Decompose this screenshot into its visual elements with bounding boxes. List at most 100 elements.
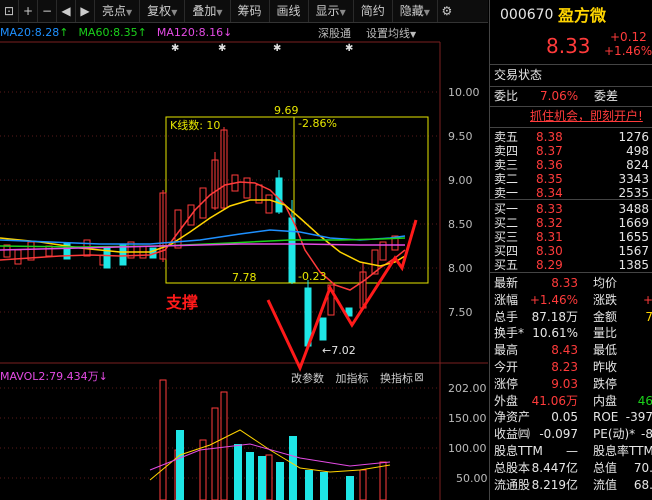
event-marker[interactable]: ✱: [345, 43, 353, 54]
last-price: 8.33: [546, 34, 591, 58]
open-account-link[interactable]: 抓住机会，即刻开户!: [530, 108, 643, 125]
stat-value: 8.447亿: [531, 460, 578, 475]
vol-tick: 100.00: [448, 442, 487, 455]
divider: [490, 106, 652, 107]
low-value: 7.02: [331, 344, 356, 357]
stat-label-2: 跌停: [593, 376, 618, 391]
stat-row: 收益㈣ -0.097 PE(动)* -8: [490, 426, 652, 443]
stat-value: 87.18万: [531, 309, 578, 324]
stat-value: 8.219亿: [531, 477, 578, 492]
stat-label-2: 涨跌: [593, 292, 618, 307]
stat-value: 9.03: [551, 376, 578, 391]
stat-row: 今开 8.23 昨收: [490, 359, 652, 376]
stat-row: 涨停 9.03 跌停: [490, 376, 652, 393]
stat-label: 最高: [494, 343, 519, 358]
stat-label-2: 内盘: [593, 393, 618, 408]
open-account-banner[interactable]: 抓住机会，即刻开户!: [490, 108, 652, 125]
stat-value: 41.06万: [531, 393, 578, 408]
stat-value-2: 70.: [633, 460, 652, 475]
k-count-label: K线数: 10: [170, 119, 221, 132]
stat-value-2: +: [642, 292, 652, 307]
stat-row: 流通股 8.219亿 流值 68.: [490, 477, 652, 494]
stat-value-2: -8: [641, 427, 652, 442]
ma20-line: [0, 229, 406, 245]
price-header: 8.33 +0.12 +1.46%: [490, 30, 652, 59]
order-ratio-value: 7.06%: [540, 89, 579, 103]
stat-row: 股息TTM — 股息率TTM: [490, 443, 652, 460]
event-marker[interactable]: ✱: [218, 43, 226, 54]
low-arrow-icon: ←: [322, 344, 332, 357]
price-change-pct: +1.46%: [604, 44, 652, 58]
kline-chart[interactable]: ✱ ✱ ✱ ✱ ⊠: [0, 0, 488, 500]
stat-row: 总股本 8.447亿 总值 70.: [490, 460, 652, 477]
pct-label: -2.86%: [298, 117, 337, 130]
stat-label: 换手*: [494, 326, 525, 341]
stat-value: 0.05: [551, 410, 578, 425]
stat-label: 今开: [494, 360, 519, 374]
stat-label-2: 最低: [593, 343, 618, 358]
stat-row: 最新 8.33 均价: [490, 275, 652, 292]
stat-label-2: ROE: [593, 410, 619, 425]
stat-value: -0.097: [539, 427, 578, 442]
price-change: +0.12: [610, 30, 647, 44]
stat-row: 涨幅 +1.46% 涨跌 +: [490, 292, 652, 309]
edit-params-link[interactable]: 改参数: [291, 372, 324, 385]
stat-label: 流通股: [494, 477, 531, 492]
stat-value: 8.33: [551, 276, 578, 290]
mavol-legend: MAVOL2:79.434万↓: [0, 368, 108, 384]
stat-label-2: 股息率TTM: [593, 444, 652, 458]
event-marker[interactable]: ✱: [171, 43, 179, 54]
stat-label-2: 昨收: [593, 360, 618, 374]
order-ratio-label: 委比: [494, 89, 519, 103]
event-marker[interactable]: ✱: [273, 43, 281, 54]
stock-name: 盈方微: [558, 6, 607, 25]
support-label: 支撑: [166, 293, 199, 312]
price-tick: 8.00: [448, 262, 473, 275]
stat-value: +1.46%: [529, 292, 578, 307]
stat-row: 净资产 0.05 ROE -397: [490, 409, 652, 426]
trade-status: 交易状态: [490, 67, 652, 84]
mavol-text: MAVOL2:79.434万: [0, 370, 99, 383]
stock-code: 000670: [500, 7, 554, 23]
divider: [490, 199, 652, 200]
price-grid: [0, 91, 440, 479]
high-label: 9.69: [274, 104, 299, 117]
stat-label-2: 金额: [593, 309, 618, 324]
event-markers: ✱ ✱ ✱ ✱: [171, 43, 353, 54]
stat-label: 收益㈣: [494, 427, 531, 442]
mavol-arrow: ↓: [98, 370, 108, 383]
add-indicator-link[interactable]: 加指标: [336, 372, 369, 385]
divider: [490, 127, 652, 128]
divider: [490, 86, 652, 87]
stat-value: —: [566, 444, 578, 458]
price-tick: 8.50: [448, 218, 473, 231]
stat-label: 净资产: [494, 410, 531, 425]
stat-label: 涨停: [494, 376, 519, 391]
price-tick: 9.00: [448, 174, 473, 187]
vol-links: 改参数 加指标 换指标: [291, 370, 421, 386]
price-tick: 7.50: [448, 306, 473, 319]
mid-left-label: 7.78: [232, 271, 257, 284]
trade-status-label: 交易状态: [494, 68, 543, 82]
stat-label-2: 流值: [593, 477, 618, 492]
stat-label-2: 均价: [593, 276, 618, 290]
divider: [490, 272, 652, 273]
stat-label-2: PE(动)*: [593, 427, 636, 442]
stat-label: 股息TTM: [494, 444, 543, 458]
switch-indicator-link[interactable]: 换指标: [380, 372, 413, 385]
stat-row: 外盘 41.06万 内盘 46: [490, 393, 652, 410]
vol-tick: 50.00: [456, 472, 488, 485]
quote-panel: 000670 盈方微 8.33 +0.12 +1.46% 交易状态 委比 7.0…: [489, 0, 652, 500]
stat-label: 涨幅: [494, 292, 519, 307]
stat-label: 最新: [494, 276, 519, 290]
price-tick: 9.50: [448, 130, 473, 143]
vol-tick: 202.00: [448, 382, 487, 395]
stat-value-2: 46: [637, 393, 652, 408]
stat-label-2: 量比: [593, 326, 618, 341]
stat-label: 外盘: [494, 393, 519, 408]
stat-row: 总手 87.18万金额 7: [490, 309, 652, 326]
stat-value: 10.61%: [532, 326, 578, 341]
low-label: ←7.02: [322, 344, 356, 357]
stat-value: 8.23: [551, 360, 578, 374]
stat-label: 总手: [494, 309, 519, 324]
